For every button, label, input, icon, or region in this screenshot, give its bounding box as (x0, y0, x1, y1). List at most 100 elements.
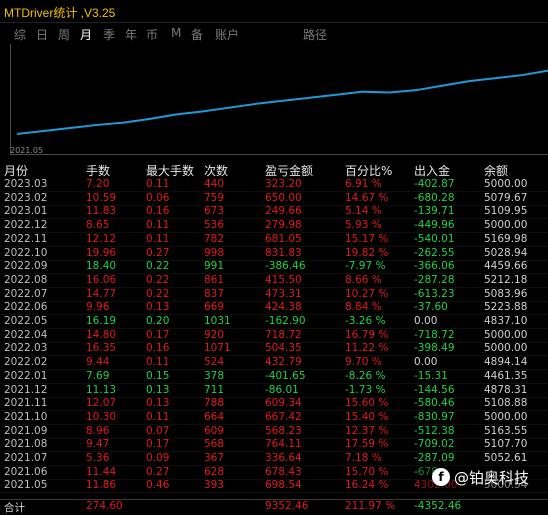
table-row[interactable]: 2021.11 12.07 0.13 788 609.34 15.60 % -580.46 5… (0, 397, 548, 412)
cell-盈亏金额: 698.54 (265, 479, 302, 492)
cell-出入金: -830.97 (414, 410, 455, 423)
table-row[interactable]: 2022.08 16.06 0.22 861 415.50 8.66 % -287.28 52… (0, 274, 548, 288)
table-row[interactable]: 2023.01 11.83 0.16 673 249.66 5.14 % -139.71 51… (0, 205, 548, 220)
cell-余额: 5079.67 (484, 191, 528, 204)
cell-出入金: -287.09 (414, 452, 455, 464)
table-row[interactable]: 2022.02 9.44 0.11 524 432.79 9.70 % 0.00 4894.1… (0, 356, 548, 371)
cell-月份: 2022.09 (4, 260, 48, 273)
table-row[interactable]: 2023.03 7.20 0.11 440 323.20 6.91 % -402.87 500… (0, 178, 548, 192)
tab-2[interactable]: 周 (58, 26, 70, 43)
cell-盈亏金额: 681.05 (265, 232, 302, 245)
header-month[interactable]: 月份 (4, 162, 28, 179)
cell-百分比%: 15.70 % (345, 465, 389, 478)
tab-1[interactable]: 日 (36, 26, 48, 43)
table-row[interactable]: 2022.11 12.12 0.11 782 681.05 15.17 % -540.01 5… (0, 233, 548, 247)
tab-0[interactable]: 综 (14, 26, 26, 43)
cell-出入金: -449.96 (414, 219, 455, 232)
table-row[interactable]: 2021.08 9.47 0.17 568 764.11 17.59 % -709.02 51… (0, 438, 548, 453)
header-max-lots[interactable]: 最大手数 (146, 162, 194, 179)
table-row[interactable]: 2022.09 18.40 0.22 991 -386.46 -7.97 % -366.06… (0, 260, 548, 275)
tab-8[interactable]: 备 (191, 26, 203, 43)
cell-手数: 14.80 (86, 328, 117, 341)
cell-最大手数: 0.09 (146, 452, 170, 464)
cell-最大手数: 0.13 (146, 383, 170, 396)
balance-line-chart (16, 69, 548, 135)
monthly-stats-table: 月份 手数 最大手数 次数 盈亏金额 百分比% 出入金 余额 2023.03 7.… (0, 160, 548, 514)
cell-次数: 782 (204, 232, 225, 245)
cell-盈亏金额: 831.83 (265, 246, 302, 259)
header-lots[interactable]: 手数 (86, 162, 110, 179)
cell-月份: 2021.11 (4, 397, 48, 410)
cell-出入金: -402.87 (414, 178, 455, 190)
cell-最大手数: 0.22 (146, 273, 170, 286)
table-row[interactable]: 2022.07 14.77 0.22 837 473.31 10.27 % -613.23 5… (0, 288, 548, 302)
table-row[interactable]: 2021.09 8.96 0.07 609 568.23 12.37 % -512.38 51… (0, 425, 548, 439)
table-row[interactable]: 2022.01 7.69 0.15 378 -401.65 -8.26 % -15.31 44… (0, 370, 548, 384)
table-row[interactable]: 2022.10 19.96 0.27 998 831.83 19.82 % -262.55 5… (0, 247, 548, 261)
table-row[interactable]: 2022.06 9.96 0.13 669 424.38 8.84 % -37.60 5223… (0, 301, 548, 316)
table-row[interactable]: 2022.03 16.35 0.16 1071 504.35 11.22 % -398.49… (0, 342, 548, 357)
cell-盈亏金额: 432.79 (265, 356, 302, 369)
cell-最大手数: 0.11 (146, 356, 170, 369)
cell-余额: 5000.00 (484, 342, 528, 355)
title-bar: MTDriver统计 ,V3.25 (0, 0, 548, 23)
total-deposit: -4352.46 (414, 500, 462, 512)
header-deposit[interactable]: 出入金 (414, 162, 450, 179)
table-header: 月份 手数 最大手数 次数 盈亏金额 百分比% 出入金 余额 (0, 160, 548, 178)
tab-3[interactable]: 月 (80, 26, 92, 43)
cell-次数: 1071 (204, 342, 231, 355)
tab-7[interactable]: M (171, 26, 181, 40)
cell-月份: 2023.01 (4, 205, 48, 218)
table-row[interactable]: 2021.10 10.30 0.11 664 667.42 15.40 % -830.97 5… (0, 411, 548, 425)
cell-盈亏金额: 473.31 (265, 287, 302, 300)
table-row[interactable]: 2021.12 11.13 0.13 711 -86.01 -1.73 % -144.56 4… (0, 384, 548, 398)
cell-余额: 5028.94 (484, 246, 528, 259)
table-row[interactable]: 2023.02 10.59 0.06 759 650.00 14.67 % -680.28 5… (0, 192, 548, 206)
cell-次数: 628 (204, 465, 225, 478)
cell-次数: 711 (204, 383, 225, 396)
cell-出入金: -512.38 (414, 424, 455, 437)
cell-余额: 4837.10 (484, 315, 528, 327)
tab-10[interactable]: 路径 (303, 26, 327, 43)
tab-9[interactable]: 账户 (215, 26, 239, 43)
cell-手数: 5.36 (86, 452, 110, 464)
cell-月份: 2023.03 (4, 178, 48, 190)
cell-出入金: -398.49 (414, 342, 455, 355)
cell-月份: 2022.07 (4, 287, 48, 300)
cell-出入金: -37.60 (414, 301, 448, 314)
cell-最大手数: 0.27 (146, 246, 170, 259)
tab-4[interactable]: 季 (103, 26, 115, 43)
watermark: f @铂奥科技 (418, 466, 548, 488)
total-lots: 274.60 (86, 500, 123, 512)
cell-百分比%: -3.26 % (345, 315, 386, 327)
cell-出入金: -287.28 (414, 273, 455, 286)
cell-余额: 4878.31 (484, 383, 528, 396)
tab-6[interactable]: 币 (146, 26, 158, 43)
cell-盈亏金额: 415.50 (265, 273, 302, 286)
cell-手数: 16.19 (86, 315, 117, 327)
table-row[interactable]: 2022.04 14.80 0.17 920 718.72 16.79 % -718.72 5… (0, 329, 548, 343)
cell-余额: 5163.55 (484, 424, 528, 437)
cell-余额: 4459.66 (484, 260, 528, 273)
cell-盈亏金额: -386.46 (265, 260, 306, 273)
cell-次数: 393 (204, 479, 225, 492)
cell-手数: 8.65 (86, 219, 110, 232)
watermark-logo-icon: f (432, 468, 450, 486)
cell-盈亏金额: 678.43 (265, 465, 302, 478)
cell-百分比%: 16.79 % (345, 328, 389, 341)
table-row[interactable]: 2022.05 16.19 0.20 1031 -162.90 -3.26 % 0.00 48… (0, 315, 548, 329)
tab-5[interactable]: 年 (125, 26, 137, 43)
table-row[interactable]: 2022.12 8.65 0.11 536 279.98 5.93 % -449.96 500… (0, 219, 548, 234)
table-row[interactable]: 2021.07 5.36 0.09 367 336.64 7.18 % -287.09 505… (0, 452, 548, 466)
cell-余额: 5108.88 (484, 397, 528, 410)
cell-百分比%: 12.37 % (345, 424, 389, 437)
cell-出入金: -680.28 (414, 191, 455, 204)
total-percent: 211.97 % (345, 500, 396, 512)
header-count[interactable]: 次数 (204, 162, 228, 179)
header-percent[interactable]: 百分比% (345, 162, 392, 179)
header-balance[interactable]: 余额 (484, 162, 508, 179)
cell-百分比%: 5.93 % (345, 219, 382, 232)
cell-次数: 788 (204, 397, 225, 410)
cell-次数: 920 (204, 328, 225, 341)
header-profit[interactable]: 盈亏金额 (265, 162, 313, 179)
